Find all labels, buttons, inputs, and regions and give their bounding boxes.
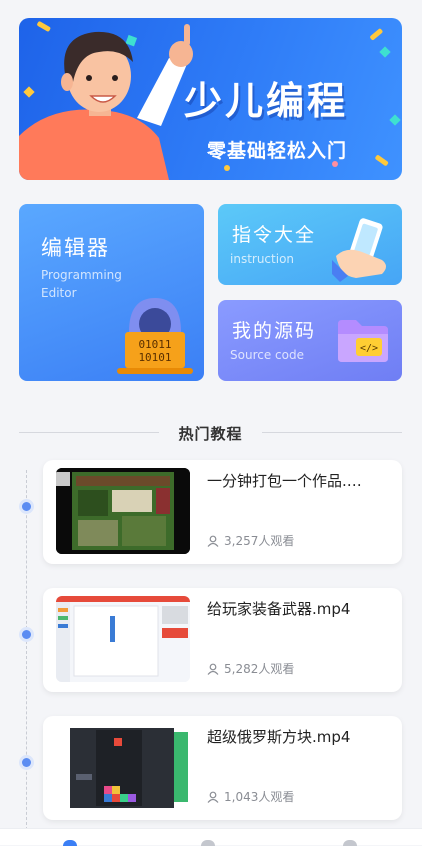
video-thumbnail[interactable]: [56, 596, 190, 682]
svg-text:01011: 01011: [138, 338, 171, 351]
svg-text:10101: 10101: [138, 351, 171, 364]
section-title: 热门教程: [178, 425, 243, 443]
view-count-text: 1,043人观看: [224, 790, 295, 804]
editor-screenshot-image: [56, 596, 190, 682]
folder-code-icon: </>: [338, 320, 388, 362]
source-code-card[interactable]: 我的源码 Source code </>: [218, 300, 402, 381]
tutorial-card[interactable]: 给玩家装备武器.mp4 5,282人观看: [43, 588, 402, 692]
timeline-dot: [22, 758, 31, 767]
person-icon: [207, 791, 219, 803]
editor-card[interactable]: 编辑器 Programming Editor 01011 10101: [19, 204, 204, 381]
timeline-dot: [22, 502, 31, 511]
view-count-text: 5,282人观看: [224, 662, 295, 676]
tutorial-title: 一分钟打包一个作品.…: [207, 472, 362, 490]
banner-subtitle: 零基础轻松入门: [207, 140, 348, 162]
section-header: 热门教程: [19, 420, 402, 446]
view-count: 1,043人观看: [207, 788, 294, 805]
bottom-tab-bar: [0, 828, 422, 846]
source-subtitle: Source code: [230, 348, 304, 362]
person-icon: [207, 535, 219, 547]
view-count: 5,282人观看: [207, 660, 294, 677]
game-screenshot-image: [56, 468, 190, 554]
instruction-subtitle: instruction: [230, 252, 295, 266]
source-title: 我的源码: [232, 320, 317, 342]
phone-hand-icon: [332, 218, 386, 282]
editor-subtitle-line2: Editor: [41, 286, 77, 300]
banner-title: 少儿编程: [184, 79, 349, 123]
tutorial-card[interactable]: 超级俄罗斯方块.mp4 1,043人观看: [43, 716, 402, 820]
kid-illustration: [19, 24, 193, 180]
video-thumbnail[interactable]: [56, 724, 190, 810]
tutorial-title: 超级俄罗斯方块.mp4: [207, 728, 351, 746]
course-icon[interactable]: [201, 840, 215, 846]
divider-right: [262, 432, 402, 433]
tutorial-title: 给玩家装备武器.mp4: [207, 600, 351, 618]
editor-subtitle-line1: Programming: [41, 268, 122, 282]
view-count-text: 3,257人观看: [224, 534, 295, 548]
person-icon: [207, 663, 219, 675]
instruction-title: 指令大全: [232, 224, 317, 246]
hacker-laptop-icon: 01011 10101: [117, 298, 193, 374]
tutorial-card[interactable]: 一分钟打包一个作品.… 3,257人观看: [43, 460, 402, 564]
editor-title: 编辑器: [41, 236, 110, 260]
svg-text:</>: </>: [360, 343, 378, 354]
timeline-line: [26, 470, 27, 830]
video-thumbnail[interactable]: [56, 468, 190, 554]
timeline-dot: [22, 630, 31, 639]
instruction-card[interactable]: 指令大全 instruction: [218, 204, 402, 285]
tetris-screenshot-image: [56, 724, 190, 810]
hero-banner[interactable]: 少儿编程 零基础轻松入门: [19, 18, 402, 180]
home-icon[interactable]: [63, 840, 77, 846]
view-count: 3,257人观看: [207, 532, 294, 549]
profile-icon[interactable]: [343, 840, 357, 846]
